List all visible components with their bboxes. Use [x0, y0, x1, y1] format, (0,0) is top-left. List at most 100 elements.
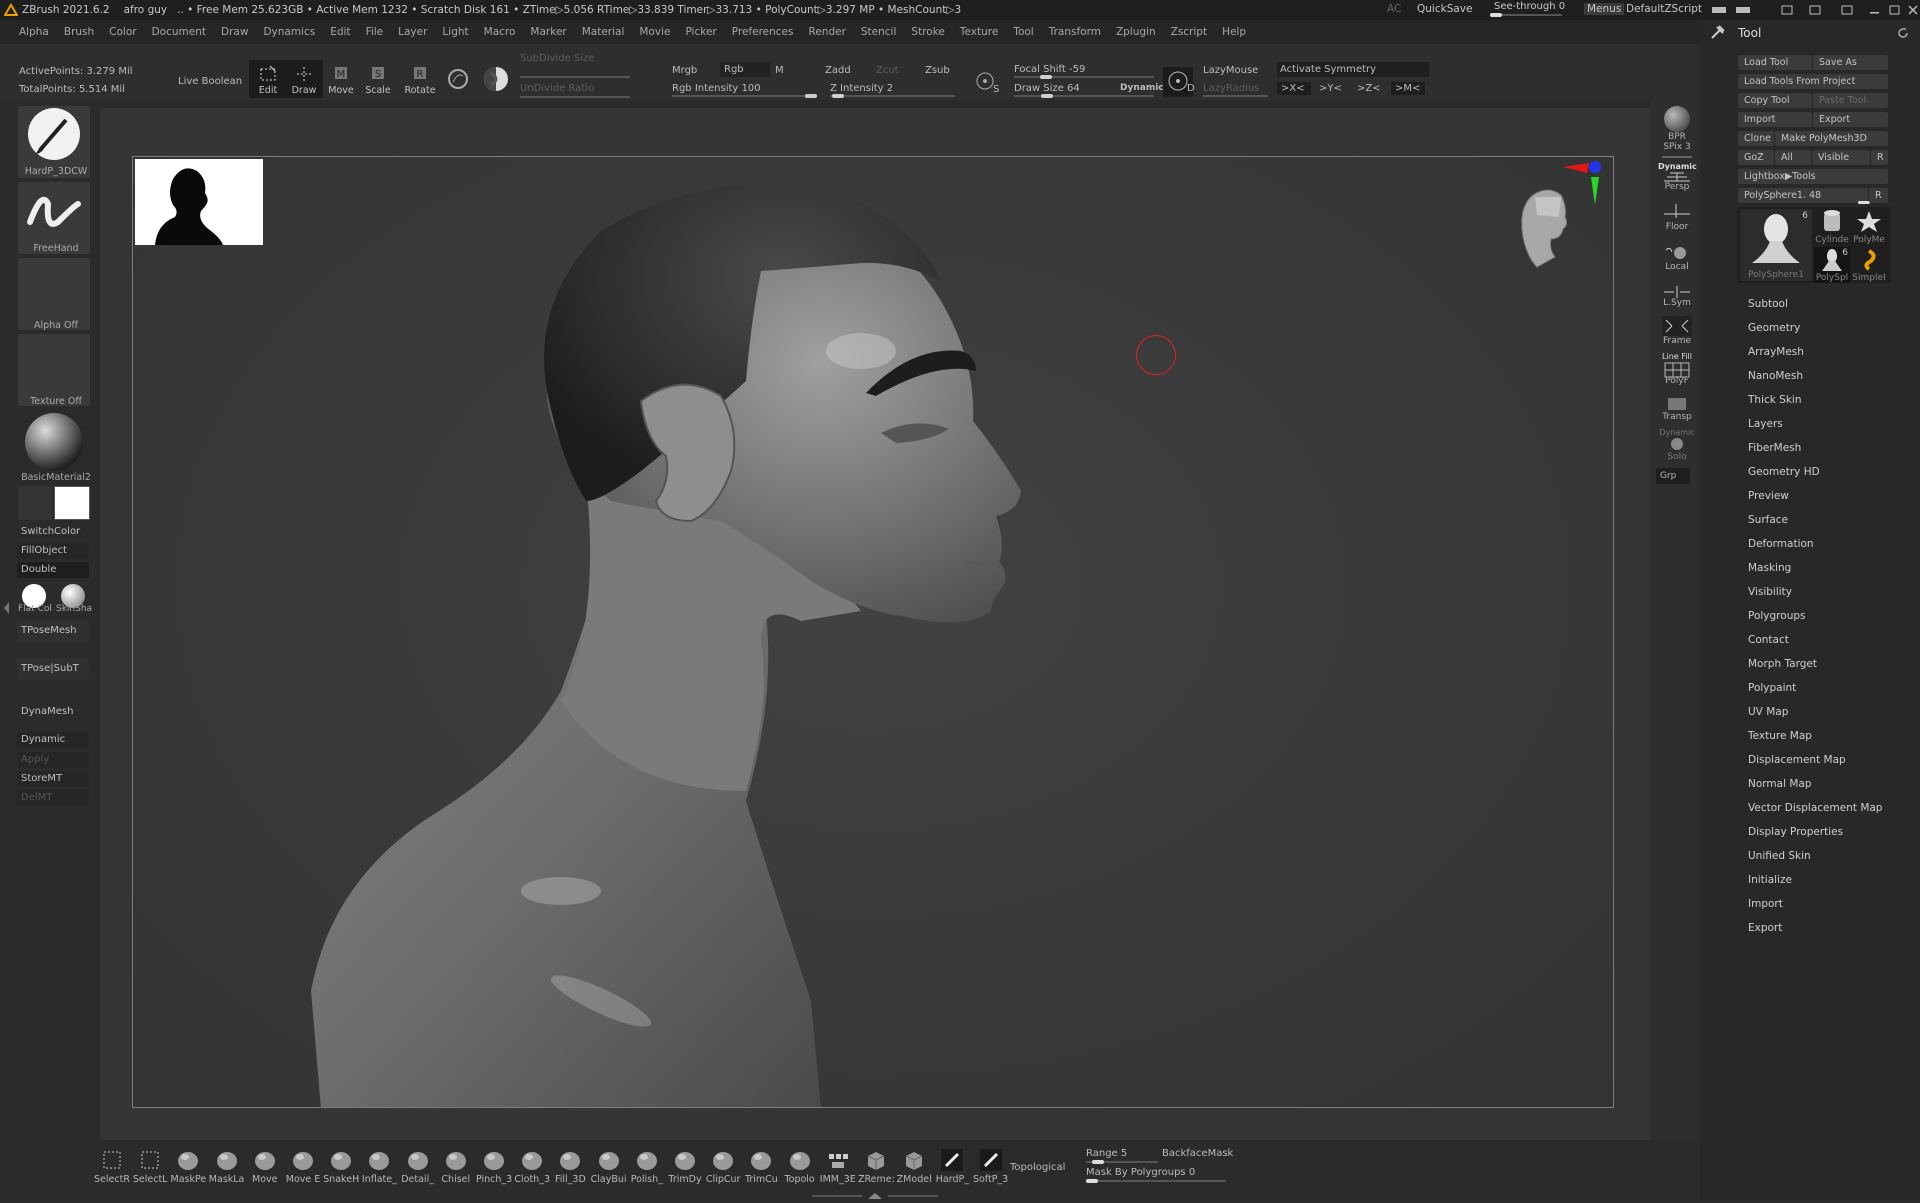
subdivide-size-slider[interactable]: SubDivide Size [520, 53, 594, 64]
tool-subpalette-initialize[interactable]: Initialize [1748, 874, 1792, 886]
live-boolean-button[interactable]: Live Boolean [178, 76, 242, 87]
transp-button[interactable]: Transp [1658, 412, 1696, 422]
lightbox-tools-button[interactable]: Lightbox▶Tools [1738, 169, 1888, 184]
tool-subpalette-nanomesh[interactable]: NanoMesh [1748, 370, 1803, 382]
draw-button[interactable]: Draw [285, 60, 323, 98]
menu-item-dynamics[interactable]: Dynamics [263, 26, 315, 38]
mask-by-polygroups-track[interactable] [1086, 1180, 1226, 1182]
bottom-tray-toggle[interactable] [812, 1190, 938, 1199]
main-color-swatch[interactable] [54, 486, 90, 520]
sculpt-mesh-render[interactable] [133, 157, 1614, 1108]
rgb-intensity-track[interactable] [672, 95, 817, 97]
default-zscript-button[interactable]: DefaultZScript [1626, 3, 1702, 15]
quicksave-button[interactable]: QuickSave [1417, 3, 1472, 15]
menu-item-alpha[interactable]: Alpha [19, 26, 49, 38]
grp-button[interactable]: Grp [1656, 468, 1690, 484]
persp-button[interactable]: Persp [1658, 182, 1696, 192]
symmetry-y-button[interactable]: >Y< [1315, 82, 1346, 95]
tpose-subt-button[interactable]: TPose|SubT [17, 658, 89, 680]
storemt-button[interactable]: StoreMT [17, 771, 89, 787]
menu-item-color[interactable]: Color [109, 26, 136, 38]
range-knob[interactable] [1092, 1160, 1104, 1164]
layout-icon[interactable] [1712, 7, 1726, 13]
brush-cloth-3[interactable]: Cloth_3 [514, 1148, 550, 1185]
menu-item-stroke[interactable]: Stroke [911, 26, 944, 38]
menu-item-help[interactable]: Help [1222, 26, 1246, 38]
draw-size-slider[interactable]: Draw Size 64 [1014, 83, 1080, 94]
menu-item-picker[interactable]: Picker [685, 26, 716, 38]
local-button[interactable]: Local [1658, 262, 1696, 272]
tool-subpalette-morph-target[interactable]: Morph Target [1748, 658, 1817, 670]
mrgb-button[interactable]: Mrgb [672, 65, 697, 76]
rgb-intensity-knob[interactable] [805, 94, 817, 98]
tool-subpalette-uv-map[interactable]: UV Map [1748, 706, 1788, 718]
tool-subpalette-import[interactable]: Import [1748, 898, 1783, 910]
z-intensity-knob[interactable] [832, 94, 845, 98]
window-controls[interactable] [1710, 3, 1920, 17]
dynamic-toggle[interactable]: Dynamic [1120, 83, 1164, 93]
scale-button[interactable]: S Scale [359, 60, 397, 98]
tool-subpalette-geometry[interactable]: Geometry [1748, 322, 1800, 334]
brush-maskla[interactable]: MaskLa [209, 1148, 245, 1185]
tool-subpalette-surface[interactable]: Surface [1748, 514, 1788, 526]
frame-button[interactable]: Frame [1658, 336, 1696, 346]
tool-subpalette-contact[interactable]: Contact [1748, 634, 1789, 646]
tool-subpalette-geometry-hd[interactable]: Geometry HD [1748, 466, 1820, 478]
see-through-slider[interactable]: See-through 0 [1494, 1, 1565, 12]
zcut-button[interactable]: Zcut [876, 65, 899, 76]
menu-item-light[interactable]: Light [442, 26, 468, 38]
menu-item-stencil[interactable]: Stencil [861, 26, 897, 38]
brush-snakeh[interactable]: SnakeH [323, 1148, 359, 1185]
save-as-button[interactable]: Save As [1813, 55, 1888, 70]
tool-subpalette-vector-displacement-map[interactable]: Vector Displacement Map [1748, 802, 1882, 814]
menu-item-macro[interactable]: Macro [484, 26, 516, 38]
tposemesh-button[interactable]: TPoseMesh [17, 620, 89, 642]
lazyradius-slider[interactable]: LazyRadius [1203, 83, 1259, 94]
brush-zreme[interactable]: ZReme: [858, 1148, 895, 1185]
menu-item-transform[interactable]: Transform [1049, 26, 1101, 38]
menu-item-file[interactable]: File [366, 26, 384, 38]
reference-image[interactable] [135, 159, 263, 245]
paste-tool-button[interactable]: Paste Tool [1813, 93, 1888, 108]
menus-toggle[interactable]: Menus [1584, 3, 1625, 15]
tool-subpalette-polygroups[interactable]: Polygroups [1748, 610, 1805, 622]
subdivide-size-track[interactable] [520, 76, 630, 78]
tool-subpalette-displacement-map[interactable]: Displacement Map [1748, 754, 1846, 766]
document-canvas[interactable] [132, 156, 1614, 1108]
ac-label[interactable]: AC [1387, 3, 1401, 15]
double-button[interactable]: Double [17, 562, 89, 578]
y-axis-icon[interactable] [1591, 177, 1599, 205]
draw-size-track[interactable] [1014, 95, 1154, 97]
undivide-ratio-slider[interactable]: UnDivide Ratio [520, 83, 594, 94]
focal-shift-track[interactable] [1014, 76, 1154, 78]
apply-button[interactable]: Apply [17, 752, 89, 768]
brush-selectr[interactable]: SelectR [94, 1148, 130, 1185]
rgb-intensity-slider[interactable]: Rgb Intensity 100 [672, 83, 761, 94]
tool-thumb-polyspl[interactable]: 6 PolySpl [1814, 247, 1850, 283]
dynamesh-button[interactable]: DynaMesh [17, 704, 89, 720]
menu-item-brush[interactable]: Brush [64, 26, 94, 38]
x-axis-icon[interactable] [1563, 163, 1589, 173]
minimize-icon[interactable] [1870, 12, 1879, 14]
restore-icon[interactable] [1841, 5, 1853, 15]
menu-item-texture[interactable]: Texture [960, 26, 998, 38]
mask-by-polygroups-slider[interactable]: Mask By Polygroups 0 [1086, 1167, 1195, 1178]
tool-subpalette-visibility[interactable]: Visibility [1748, 586, 1792, 598]
spix-track[interactable] [1662, 156, 1692, 158]
brush-pinch-3[interactable]: Pinch_3 [476, 1148, 512, 1185]
tool-subpalette-layers[interactable]: Layers [1748, 418, 1783, 430]
menu-item-draw[interactable]: Draw [221, 26, 248, 38]
brush-clipcur[interactable]: ClipCur [705, 1148, 741, 1185]
goz-visible-button[interactable]: Visible [1812, 150, 1870, 165]
z-axis-icon[interactable] [1589, 161, 1601, 173]
brush-hardp[interactable]: HardP_ [934, 1148, 970, 1185]
z-intensity-slider[interactable]: Z Intensity 2 [830, 83, 893, 94]
tool-subpalette-thick-skin[interactable]: Thick Skin [1748, 394, 1802, 406]
menu-item-tool[interactable]: Tool [1013, 26, 1033, 38]
brush-chisel[interactable]: Chisel [438, 1148, 474, 1185]
edit-button[interactable]: Edit [249, 60, 287, 98]
brush-imm-3e[interactable]: IMM_3E [820, 1148, 856, 1185]
maximize-icon[interactable] [1889, 5, 1900, 15]
rgb-button[interactable]: Rgb [720, 62, 770, 77]
load-tool-button[interactable]: Load Tool [1738, 55, 1812, 70]
